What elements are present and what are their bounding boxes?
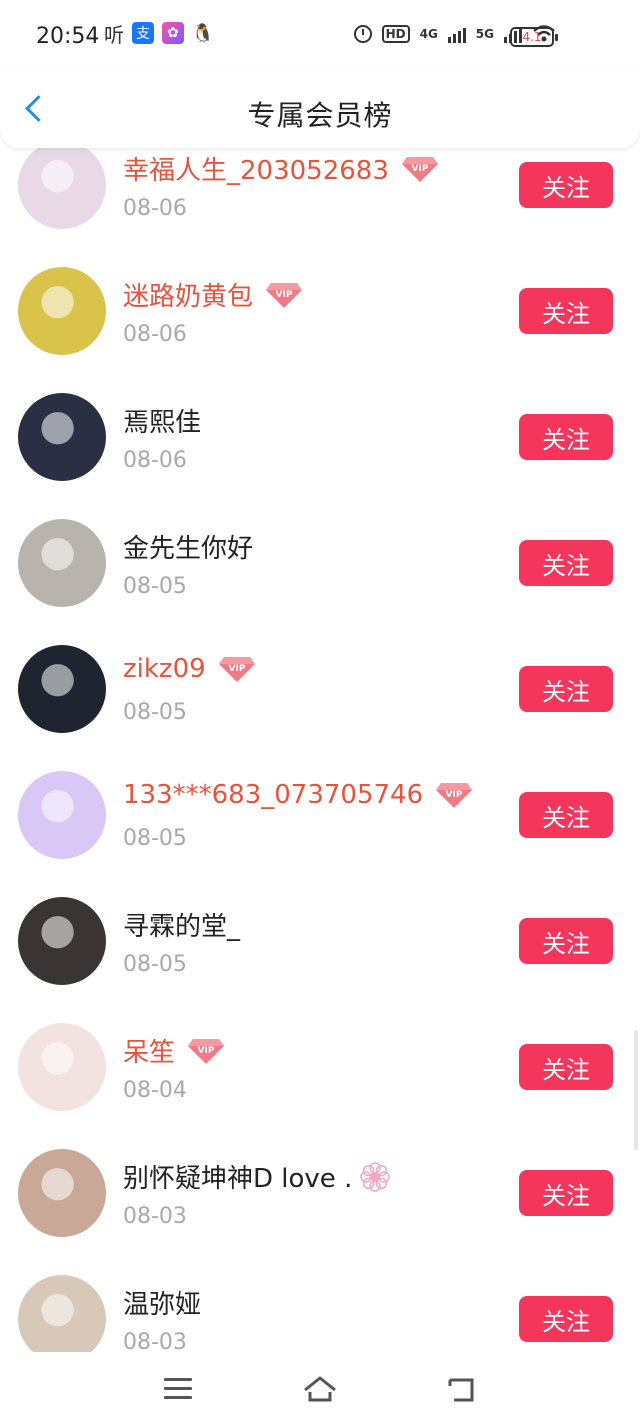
svg-text:VIP: VIP [198,1046,215,1056]
member-date: 08-05 [123,574,187,599]
member-date: 08-04 [123,1078,187,1103]
svg-text:VIP: VIP [411,164,428,174]
app-notification-icon: ✿ [162,22,184,44]
vip-diamond-icon: VIP [401,156,438,182]
avatar[interactable] [18,645,106,733]
avatar[interactable] [18,1149,106,1237]
member-name-text: 133***683_073705746 [123,780,424,810]
member-row[interactable]: 温弥娅 08-03 关注 [0,1256,640,1352]
member-row[interactable]: 焉熙佳 08-06 关注 [0,374,640,501]
network-4g-label: 4G [419,27,438,41]
member-name-text: 温弥娅 [123,1290,202,1320]
avatar[interactable] [18,1023,106,1111]
follow-button[interactable]: 关注 [519,792,613,838]
member-date: 08-06 [123,322,187,347]
follow-button[interactable]: 关注 [519,666,613,712]
follow-button[interactable]: 关注 [519,1296,613,1342]
status-notification-icons: 听 支 ✿ 🐧 [104,22,215,47]
member-name[interactable]: 温弥娅 [123,1284,201,1321]
member-list: 幸福人生_203052683 VIP 08-06 关注 迷路奶黄包 VIP 08-06 关注焉… [0,126,640,1352]
battery-icon: 4.1 [510,27,558,47]
member-name[interactable]: 寻霖的堂_ [123,906,240,943]
member-date: 08-03 [123,1204,187,1229]
hd-label: HD [381,25,410,43]
member-date: 08-03 [123,1330,187,1352]
member-name-text: 别怀疑坤神D love . [123,1164,353,1194]
member-name[interactable]: 别怀疑坤神D love . [123,1158,391,1195]
avatar[interactable] [18,267,106,355]
vip-diamond-icon: VIP [266,282,303,308]
member-name[interactable]: 迷路奶黄包 VIP [123,276,303,313]
follow-button[interactable]: 关注 [519,540,613,586]
member-row[interactable]: 133***683_073705746 VIP 08-05 关注 [0,752,640,879]
member-row[interactable]: 金先生你好 08-05 关注 [0,500,640,627]
member-name-text: 幸福人生_203052683 [123,156,389,186]
follow-button[interactable]: 关注 [519,1044,613,1090]
alarm-clock-icon [353,25,372,43]
follow-button[interactable]: 关注 [519,1170,613,1216]
member-date: 08-06 [123,196,187,221]
member-row[interactable]: 迷路奶黄包 VIP 08-06 关注 [0,248,640,375]
qq-icon: 🐧 [191,22,215,44]
member-name-text: 呆笙 [123,1038,176,1068]
status-time: 20:54 [36,24,100,49]
member-row[interactable]: zikz09 VIP 08-05 关注 [0,626,640,753]
alipay-icon: 支 [132,22,154,44]
avatar[interactable] [18,771,106,859]
avatar[interactable] [18,897,106,985]
vip-diamond-icon: VIP [436,783,473,808]
member-name-text: 焉熙佳 [123,408,202,438]
follow-button[interactable]: 关注 [519,918,613,964]
vip-diamond-icon: VIP [218,657,255,682]
member-name[interactable]: 幸福人生_203052683 VIP [123,150,439,187]
system-nav-bar [0,1352,640,1428]
member-date: 08-05 [123,952,187,977]
follow-button[interactable]: 关注 [519,288,613,334]
menu-icon[interactable] [164,1378,192,1400]
member-name[interactable]: zikz09 VIP [123,654,256,684]
flower-badge-icon [360,1161,391,1192]
svg-text:VIP: VIP [446,790,463,800]
member-row[interactable]: 呆笙 VIP 08-04 关注 [0,1004,640,1131]
back-nav-icon[interactable] [446,1374,478,1404]
status-bar: 20:54 听 支 ✿ 🐧 HD 4G 5G 4.1 [0,0,640,76]
member-name[interactable]: 呆笙 VIP [123,1032,225,1069]
member-date: 08-05 [123,700,187,725]
page-header: 专属会员榜 [0,66,640,148]
member-name-text: 寻霖的堂_ [123,912,241,942]
svg-text:VIP: VIP [228,664,245,674]
vip-diamond-icon: VIP [188,1038,225,1064]
network-5g-label: 5G [475,27,494,41]
follow-button[interactable]: 关注 [519,414,613,460]
follow-button[interactable]: 关注 [519,162,613,208]
signal-icon-1 [447,25,466,43]
avatar[interactable] [18,519,106,607]
avatar[interactable] [18,1275,106,1352]
member-name-text: 金先生你好 [123,534,254,564]
home-icon[interactable] [302,1374,338,1404]
scrollbar[interactable] [634,1030,638,1150]
member-name[interactable]: 金先生你好 [123,528,253,565]
svg-text:VIP: VIP [276,290,293,300]
member-name[interactable]: 133***683_073705746 VIP [123,780,473,810]
member-row[interactable]: 寻霖的堂_ 08-05 关注 [0,878,640,1005]
member-name-text: zikz09 [123,654,206,684]
member-name[interactable]: 焉熙佳 [123,402,201,439]
member-name-text: 迷路奶黄包 [123,282,254,312]
avatar[interactable] [18,393,106,481]
member-row[interactable]: 别怀疑坤神D love . 08-03 关注 [0,1130,640,1257]
ting-icon: 听 [104,22,124,47]
page-title: 专属会员榜 [247,99,393,132]
member-date: 08-06 [123,448,187,473]
member-date: 08-05 [123,826,187,851]
avatar[interactable] [18,141,106,229]
